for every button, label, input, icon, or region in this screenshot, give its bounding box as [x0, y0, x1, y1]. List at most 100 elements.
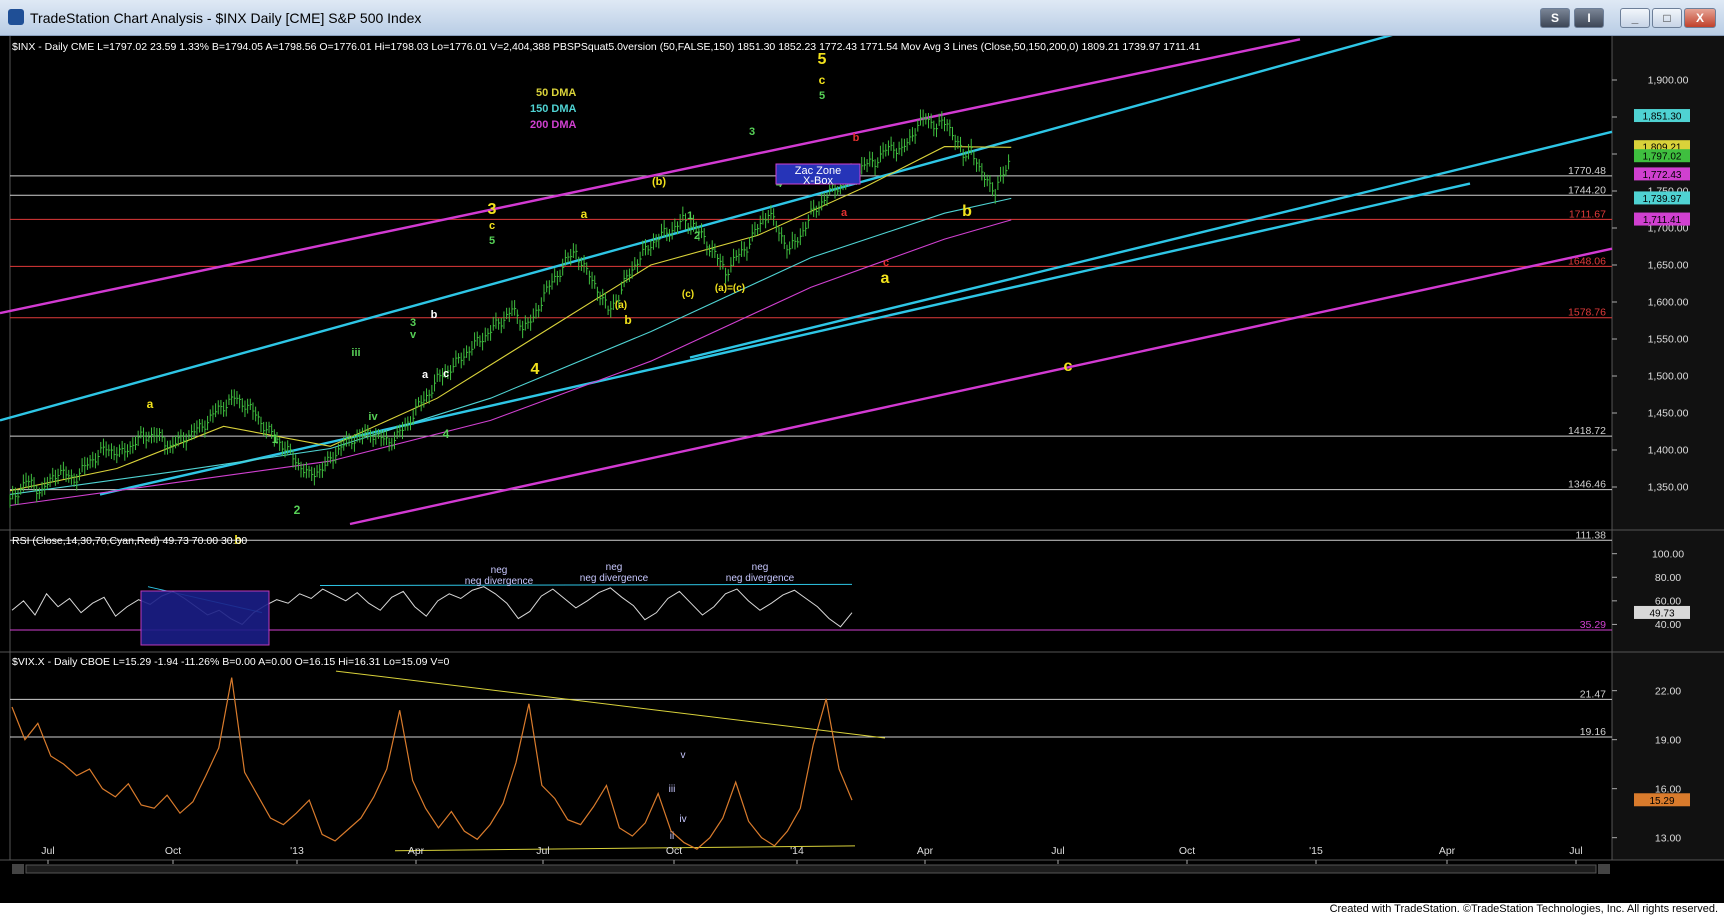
time-tick-label: Apr — [917, 845, 934, 857]
copyright-text: Created with TradeStation. ©TradeStation… — [1329, 903, 1718, 915]
tradestation-app-icon — [8, 9, 24, 25]
rsi-current-label: 49.73 — [1649, 608, 1674, 619]
scroll-right-arrow[interactable] — [1598, 864, 1610, 874]
time-tick-label: Oct — [1179, 845, 1195, 857]
vix-level-label: 19.16 — [1580, 726, 1606, 738]
vix-level-label: 21.47 — [1580, 688, 1606, 700]
wave-label: 3 — [749, 126, 755, 138]
wave-label: 5 — [489, 235, 495, 247]
wave-label: 3 — [488, 201, 497, 218]
wave-label: c — [819, 73, 826, 87]
time-tick-label: Apr — [1439, 845, 1456, 857]
last-value-label: 1,851.30 — [1643, 112, 1682, 123]
wave-label: 2 — [694, 230, 700, 242]
price-tick-label: 1,900.00 — [1648, 75, 1689, 87]
wave-label: c — [443, 368, 449, 380]
time-tick-label: Oct — [165, 845, 181, 857]
time-tick-label: Jul — [1569, 845, 1582, 857]
price-tick-label: 1,450.00 — [1648, 408, 1689, 420]
wave-label: (b) — [652, 176, 666, 188]
wave-label: a — [147, 397, 154, 411]
vix-wave-label: v — [681, 750, 686, 761]
last-value-label: 1,711.41 — [1643, 215, 1682, 226]
vix-wave-label: iii — [669, 784, 676, 795]
wave-label: v — [410, 329, 417, 341]
vix-header: $VIX.X - Daily CBOE L=15.29 -1.94 -11.26… — [12, 656, 449, 668]
time-tick-label: '14 — [790, 845, 804, 857]
price-tick-label: 1,600.00 — [1648, 297, 1689, 309]
rsi-neg-divergence-2-line1: neg — [606, 562, 623, 573]
time-tick-label: Oct — [666, 845, 682, 857]
wave-label: 4 — [531, 361, 540, 378]
rsi-header: RSI (Close,14,30,70,Cyan,Red) 49.73 70.0… — [12, 535, 247, 547]
price-tick-label: 1,400.00 — [1648, 445, 1689, 457]
time-tick-label: Apr — [408, 845, 425, 857]
window-title: TradeStation Chart Analysis - $INX Daily… — [30, 10, 422, 26]
time-tick-label: '13 — [290, 845, 304, 857]
rsi-highlight-box — [140, 590, 270, 646]
time-tick-label: Jul — [1051, 845, 1064, 857]
wave-label: b — [962, 203, 972, 220]
wave-label: (a)=(c) — [715, 283, 745, 294]
wave-label: (c) — [682, 289, 694, 300]
horizontal-level-label: 1418.72 — [1568, 425, 1606, 437]
chart-area[interactable]: 1,350.00 1,400.00 1,450.00 1,500.00 1,550.00… — [0, 36, 1724, 916]
wave-label: b — [853, 132, 860, 144]
close-button[interactable]: X — [1684, 8, 1716, 28]
horizontal-level-label: 1744.20 — [1568, 184, 1606, 196]
wave-label: b — [431, 309, 438, 321]
wave-label: c — [1064, 358, 1073, 375]
horizontal-level-label: 1578.76 — [1568, 307, 1606, 319]
wave-label: (a) — [615, 300, 627, 311]
time-tick-label: Jul — [536, 845, 549, 857]
indicator-link-button[interactable]: I — [1574, 8, 1604, 28]
legend-200dma: 200 DMA — [530, 119, 577, 131]
maximize-button[interactable]: □ — [1652, 8, 1682, 28]
wave-label: a — [841, 207, 848, 219]
rsi-level-label: 35.29 — [1580, 619, 1606, 631]
last-value-label: 1,772.43 — [1643, 170, 1682, 181]
rsi-tick-label: 100.00 — [1652, 548, 1684, 560]
rsi-neg-divergence-3-line1: neg — [752, 562, 769, 573]
wave-label: iii — [351, 347, 360, 359]
minimize-button[interactable]: _ — [1620, 8, 1650, 28]
legend-150dma: 150 DMA — [530, 103, 577, 115]
price-tick-label: 1,500.00 — [1648, 371, 1689, 383]
wave-label: 1 — [272, 432, 279, 446]
rsi-neg-divergence-1-line1: neg — [491, 565, 508, 576]
legend-50dma: 50 DMA — [536, 87, 576, 99]
rsi-neg-divergence-3: neg divergence — [726, 573, 795, 584]
rsi-tick-label: 60.00 — [1655, 596, 1681, 608]
last-value-label: 1,739.97 — [1643, 194, 1682, 205]
x-box-label: X-Box — [803, 175, 833, 187]
wave-label: 1 — [687, 210, 693, 222]
horizontal-level-label: 1346.46 — [1568, 479, 1606, 491]
wave-label: 5 — [819, 90, 825, 102]
price-header: $INX - Daily CME L=1797.02 23.59 1.33% B… — [12, 41, 1201, 53]
wave-label: a — [881, 270, 890, 287]
wave-label: c — [883, 257, 889, 269]
wave-label: a — [422, 369, 429, 381]
vix-tick-label: 13.00 — [1655, 832, 1681, 844]
wave-label: 4 — [443, 427, 450, 441]
symbol-link-button[interactable]: S — [1540, 8, 1570, 28]
vix-tick-label: 22.00 — [1655, 685, 1681, 697]
wave-label: c — [489, 220, 495, 232]
vix-tick-label: 19.00 — [1655, 734, 1681, 746]
wave-label: b — [624, 313, 631, 327]
horizontal-level-label: 1711.67 — [1569, 208, 1606, 220]
price-tick-label: 1,550.00 — [1648, 334, 1689, 346]
price-tick-label: 1,350.00 — [1648, 482, 1689, 494]
vix-wave-label: iv — [679, 814, 686, 825]
price-tick-label: 1,650.00 — [1648, 260, 1689, 272]
window-titlebar: TradeStation Chart Analysis - $INX Daily… — [0, 0, 1724, 36]
time-tick-label: '15 — [1309, 845, 1323, 857]
rsi-tick-label: 40.00 — [1655, 619, 1681, 631]
wave-label: 5 — [818, 51, 827, 68]
vix-current-label: 15.29 — [1649, 796, 1674, 807]
horizontal-scrollbar[interactable] — [25, 864, 1597, 874]
vix-wave-label: ii — [670, 831, 674, 842]
wave-label: a — [581, 207, 588, 221]
wave-label: 2 — [294, 503, 301, 517]
scroll-left-arrow[interactable] — [12, 864, 24, 874]
